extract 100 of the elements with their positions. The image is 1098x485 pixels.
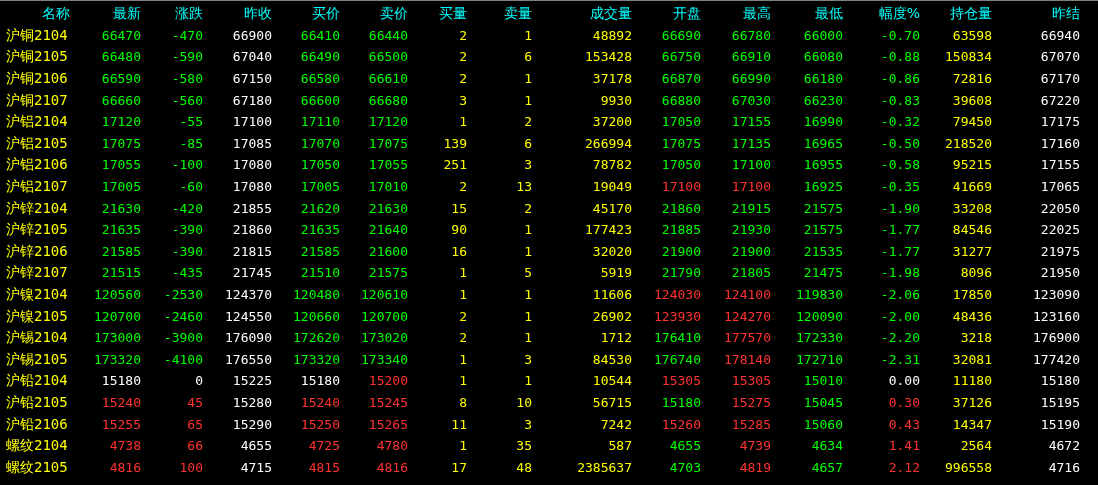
table-cell-text: 37200 [591,113,632,131]
column-header[interactable]: 最低 [771,5,843,23]
table-cell-text: 67070 [1039,48,1080,66]
table-cell-text: 17055 [100,156,141,174]
table-cell-text: 123090 [1032,286,1080,303]
contract-name: 沪铜2104 [5,26,69,44]
contract-name: 沪铝2104 [5,113,69,131]
table-cell-text: 2 [458,70,467,88]
table-cell-text: 996558 [944,458,992,476]
table-cell-text: 21600 [367,242,408,260]
table-cell-text: -2.20 [879,329,920,347]
table-cell-text: 17075 [100,134,141,152]
table-cell-text: 66500 [367,48,408,66]
table-cell-text: 15240 [100,394,141,411]
table-cell-text: -0.35 [879,178,920,196]
table-cell-text: 15265 [367,415,408,433]
table-cell-text: 15275 [730,394,771,411]
table-cell-text: 37178 [591,70,632,88]
table-cell-text: 172620 [292,329,340,347]
contract-name: 螺纹2105 [5,458,69,476]
table-cell-text: 66480 [100,48,141,66]
table-cell-text: 6 [523,134,532,152]
table-cell-text: 4738 [108,437,141,455]
table-cell-text: 66080 [802,48,843,66]
table-cell-text: 19049 [591,178,632,196]
table-cell-text: 17155 [730,113,771,131]
table-cell-text: -0.83 [879,91,920,109]
table-cell-text: 66940 [1039,26,1080,44]
table-cell-text: -3900 [162,329,203,347]
table-cell-text: 21885 [660,221,701,239]
table-cell-text: 4634 [810,437,843,455]
table-cell-text: -2.00 [879,307,920,325]
column-header[interactable]: 持仓量 [920,5,992,23]
table-cell-text: 45 [186,394,203,411]
contract-name: 沪锡2105 [5,350,69,368]
table-cell-text: 16965 [802,134,843,152]
table-cell-text: -0.88 [879,48,920,66]
table-cell-text: 139 [442,134,467,152]
contract-name: 沪锌2106 [5,242,69,260]
table-cell-text: -60 [178,178,203,196]
table-cell-text: 17080 [231,178,272,196]
table-cell-text: 1 [523,221,532,239]
table-cell-text: 9930 [599,91,632,109]
contract-name: 沪铅2105 [5,394,69,411]
column-header[interactable]: 昨结 [992,5,1080,23]
column-header[interactable]: 名称 [0,5,70,23]
table-cell-text: 120700 [360,307,408,325]
table-cell-text: 2 [458,307,467,325]
table-cell-text: 3 [458,91,467,109]
column-header[interactable]: 最高 [701,5,771,23]
table-cell-text: -0.86 [879,70,920,88]
table-cell-text: 66580 [299,70,340,88]
column-header[interactable]: 最新 [70,5,141,23]
table-cell-text: 11606 [591,286,632,303]
table-cell-text: 3 [523,156,532,174]
table-cell-text: 251 [442,156,467,174]
contract-name: 沪铝2105 [5,134,69,152]
column-header[interactable]: 开盘 [632,5,701,23]
table-cell-text: 4715 [239,458,272,476]
table-cell-text: 79450 [951,113,992,131]
table-cell-text: 17050 [299,156,340,174]
table-cell-text: 56715 [591,394,632,411]
table-cell-text: 21585 [100,242,141,260]
table-cell-text: 4725 [307,437,340,455]
table-cell-text: 176550 [224,350,272,368]
column-header[interactable]: 昨收 [203,5,272,23]
table-cell-text: 176900 [1032,329,1080,347]
table-cell-text: 13 [515,178,532,196]
table-cell-text: 173320 [292,350,340,368]
table-cell-text: 66750 [660,48,701,66]
table-cell-text: 124550 [224,307,272,325]
table-cell-text: 41669 [951,178,992,196]
column-header[interactable]: 买价 [272,5,340,23]
column-header[interactable]: 成交量 [532,5,632,23]
table-cell-text: 21620 [299,199,340,217]
table-cell-text: 48436 [951,307,992,325]
table-cell-text: 17100 [660,178,701,196]
table-cell-text: 11180 [951,372,992,390]
table-cell-text: 17085 [231,134,272,152]
table-cell-text: 21640 [367,221,408,239]
table-cell-text: 120480 [292,286,340,303]
table-cell-text: 21635 [100,221,141,239]
column-header[interactable]: 涨跌 [141,5,203,23]
column-header[interactable]: 卖价 [340,5,408,23]
column-header[interactable]: 买量 [408,5,467,23]
table-cell-text: 21790 [660,264,701,282]
table-cell-text: 17010 [367,178,408,196]
table-cell-text: 6 [523,48,532,66]
table-cell-text: 15250 [299,415,340,433]
column-header[interactable]: 卖量 [467,5,532,23]
table-cell-text: 67150 [231,70,272,88]
table-cell-text: 66410 [299,26,340,44]
table-cell-text: 10 [515,394,532,411]
table-cell-text: 4816 [375,458,408,476]
table-cell-text: 1 [523,91,532,109]
table-cell-text: 15195 [1039,394,1080,411]
column-header[interactable]: 幅度% [843,5,920,23]
table-cell-text: 3218 [959,329,992,347]
table-cell-text: 120700 [93,307,141,325]
table-cell-text: 21575 [802,199,843,217]
